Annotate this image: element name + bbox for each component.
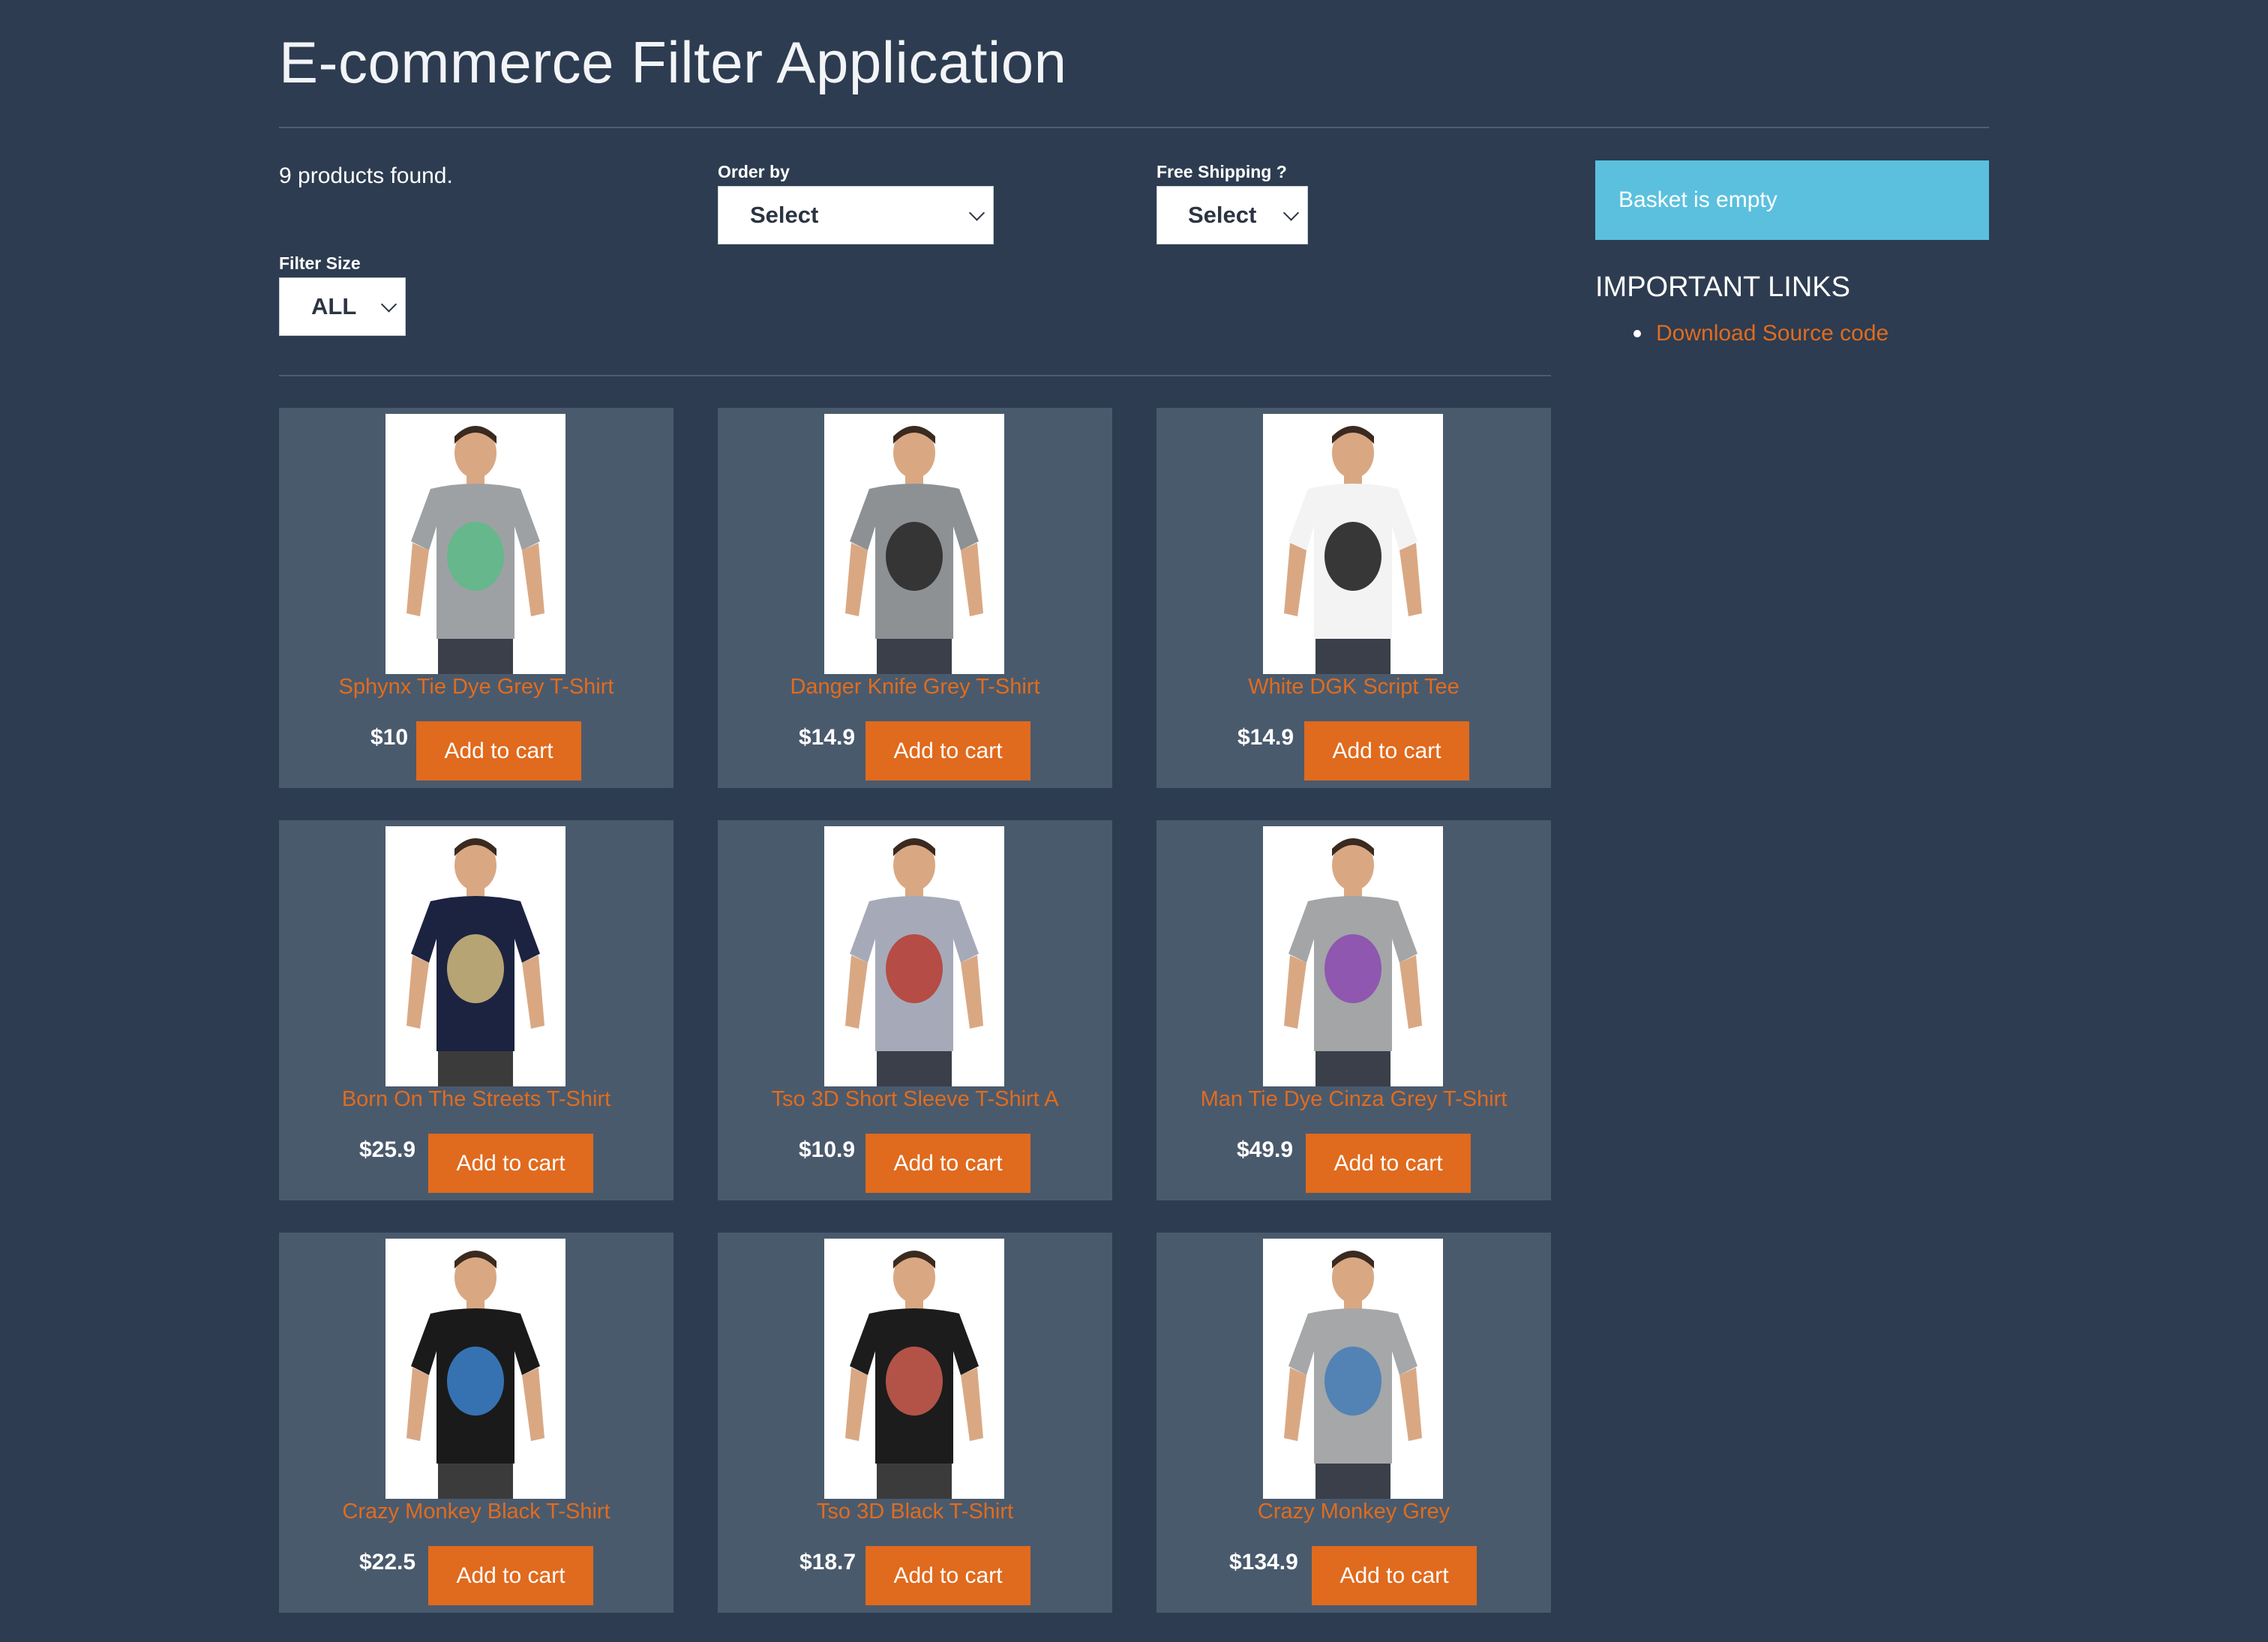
important-links-title: IMPORTANT LINKS [1595,271,1850,303]
product-image[interactable] [386,1239,566,1499]
add-to-cart-button[interactable]: Add to cart [866,1546,1030,1605]
add-to-cart-button[interactable]: Add to cart [1312,1546,1477,1605]
download-source-link[interactable]: Download Source code [1656,321,1888,346]
order-by-select[interactable]: Select [718,186,994,244]
product-price: $18.7 [800,1550,856,1575]
product-price: $14.9 [1238,725,1294,750]
free-shipping-select[interactable]: Select [1156,186,1308,244]
product-card: Born On The Streets T-Shirt $25.9 Add to c… [279,820,674,1200]
product-image[interactable] [1263,826,1443,1086]
product-price: $10 [370,725,409,750]
product-image[interactable] [824,414,1004,674]
basket-status: Basket is empty [1595,160,1989,240]
chevron-down-icon [1282,205,1300,221]
add-to-cart-button[interactable]: Add to cart [428,1134,593,1193]
chevron-down-icon [968,205,986,221]
chevron-down-icon [380,296,398,313]
page-title: E-commerce Filter Application [279,29,1067,95]
product-name[interactable]: Born On The Streets T-Shirt [279,1087,674,1112]
product-name[interactable]: Danger Knife Grey T-Shirt [718,675,1112,700]
product-image[interactable] [1263,1239,1443,1499]
product-image[interactable] [386,826,566,1086]
product-name[interactable]: White DGK Script Tee [1156,675,1551,700]
filter-size-value: ALL [311,293,357,319]
title-divider [279,127,1989,128]
product-image[interactable] [386,414,566,674]
product-image[interactable] [1263,414,1443,674]
free-shipping-label: Free Shipping ? [1156,162,1287,181]
product-price: $14.9 [799,725,856,750]
product-name[interactable]: Crazy Monkey Grey [1156,1500,1551,1524]
product-card: Sphynx Tie Dye Grey T-Shirt $10 Add to car… [279,408,674,788]
list-bullet [1634,330,1641,337]
add-to-cart-button[interactable]: Add to cart [1306,1134,1471,1193]
product-card: Crazy Monkey Grey $134.9 Add to cart [1156,1233,1551,1613]
product-card: Crazy Monkey Black T-Shirt $22.5 Add to ca… [279,1233,674,1613]
product-card: Man Tie Dye Cinza Grey T-Shirt $49.9 Add t… [1156,820,1551,1200]
products-found-count: 9 products found. [279,163,453,188]
product-card: Danger Knife Grey T-Shirt $14.9 Add to car… [718,408,1112,788]
filter-size-label: Filter Size [279,253,361,273]
product-price: $134.9 [1229,1550,1298,1575]
product-card: Tso 3D Black T-Shirt $18.7 Add to cart [718,1233,1112,1613]
product-price: $25.9 [359,1137,416,1162]
product-name[interactable]: Crazy Monkey Black T-Shirt [279,1500,674,1524]
product-price: $22.5 [359,1550,416,1575]
order-by-value: Select [750,202,819,228]
product-price: $10.9 [799,1137,856,1162]
product-name[interactable]: Man Tie Dye Cinza Grey T-Shirt [1156,1087,1551,1112]
product-name[interactable]: Tso 3D Short Sleeve T-Shirt A [718,1087,1112,1112]
add-to-cart-button[interactable]: Add to cart [428,1546,593,1605]
grid-divider [279,375,1551,376]
filter-size-select[interactable]: ALL [279,277,406,336]
order-by-label: Order by [718,162,790,181]
add-to-cart-button[interactable]: Add to cart [866,1134,1030,1193]
product-name[interactable]: Tso 3D Black T-Shirt [718,1500,1112,1524]
product-name[interactable]: Sphynx Tie Dye Grey T-Shirt [279,675,674,700]
product-image[interactable] [824,1239,1004,1499]
product-card: Tso 3D Short Sleeve T-Shirt A $10.9 Add to… [718,820,1112,1200]
add-to-cart-button[interactable]: Add to cart [416,721,581,781]
product-price: $49.9 [1237,1137,1294,1162]
free-shipping-value: Select [1188,202,1257,228]
product-image[interactable] [824,826,1004,1086]
add-to-cart-button[interactable]: Add to cart [1304,721,1469,781]
add-to-cart-button[interactable]: Add to cart [866,721,1030,781]
product-card: White DGK Script Tee $14.9 Add to cart [1156,408,1551,788]
